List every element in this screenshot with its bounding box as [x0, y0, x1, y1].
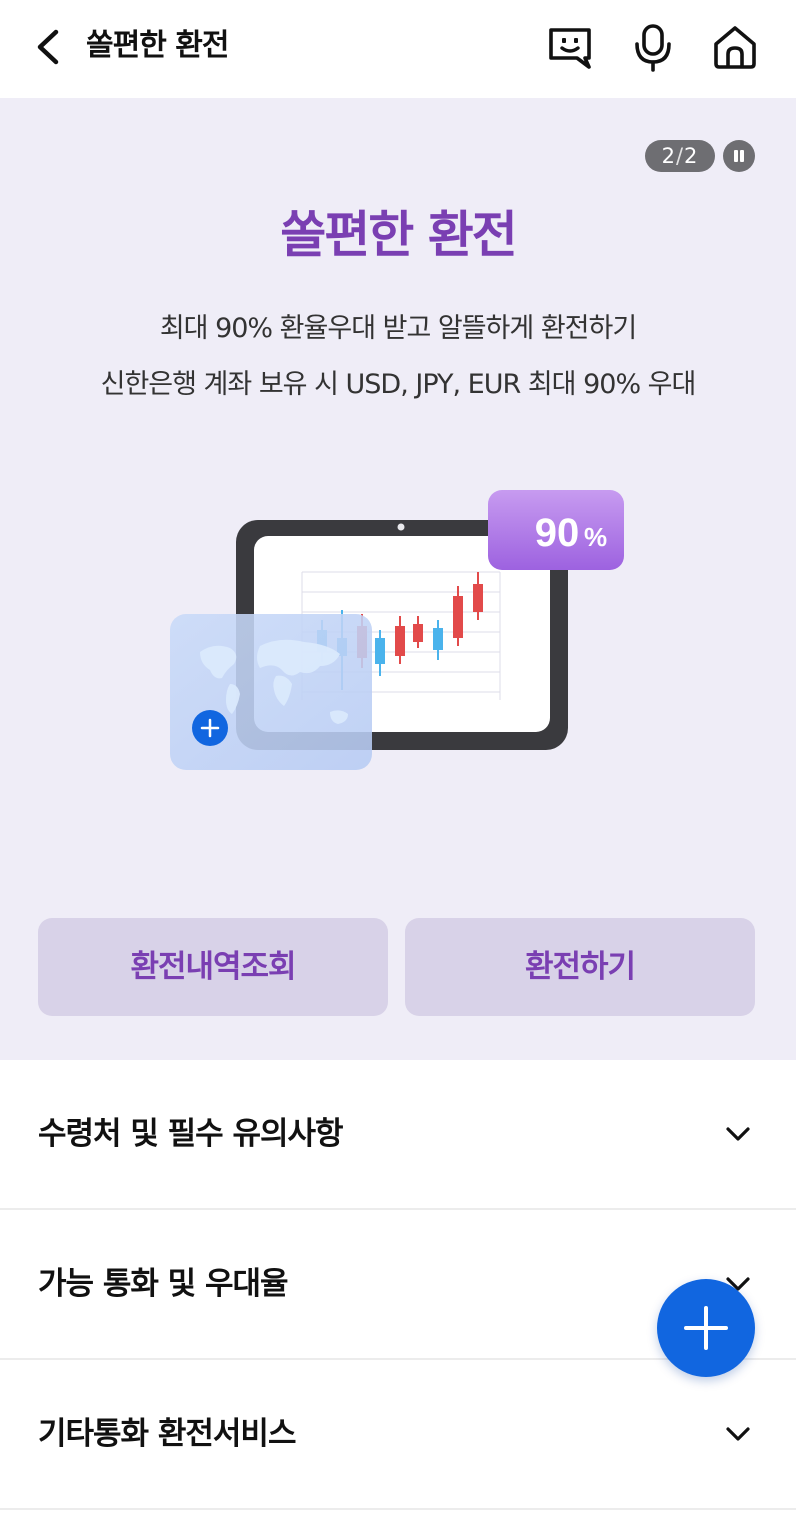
accordion-label: 수령처 및 필수 유의사항 [38, 1116, 344, 1152]
exchange-button[interactable]: 환전하기 [405, 918, 755, 1016]
slide-pager: 2/2 [645, 140, 715, 172]
accordion-other-currency[interactable]: 기타통화 환전서비스 [0, 1360, 796, 1510]
pager-total: 2 [684, 144, 699, 168]
exchange-chart-illustration: 90 % [170, 490, 624, 770]
accordion-notice[interactable]: 수령처 및 필수 유의사항 [0, 1060, 796, 1210]
chevron-down-icon [726, 1427, 750, 1441]
badge-unit: % [584, 522, 607, 552]
home-icon[interactable] [710, 22, 760, 72]
back-icon[interactable] [30, 24, 70, 70]
pager-current: 2 [661, 144, 676, 168]
floating-plus-button[interactable] [657, 1279, 755, 1377]
accordion-label: 기타통화 환전서비스 [38, 1416, 296, 1452]
badge-value: 90 [535, 511, 580, 555]
page-title: 쏠편한 환전 [86, 28, 229, 63]
pause-icon[interactable] [723, 140, 755, 172]
plus-icon [684, 1306, 728, 1350]
accordion-label: 가능 통화 및 우대율 [38, 1266, 289, 1302]
microphone-icon[interactable] [628, 22, 678, 72]
chevron-down-icon [726, 1127, 750, 1141]
promo-description-2: 신한은행 계좌 보유 시 USD, JPY, EUR 최대 90% 우대 [100, 369, 697, 400]
exchange-history-button[interactable]: 환전내역조회 [38, 918, 388, 1016]
promo-title: 쏠편한 환전 [280, 206, 517, 264]
chatbot-icon[interactable] [545, 22, 595, 72]
promo-description-1: 최대 90% 환율우대 받고 알뜰하게 환전하기 [159, 313, 637, 344]
top-app-bar: 쏠편한 환전 [0, 0, 796, 98]
